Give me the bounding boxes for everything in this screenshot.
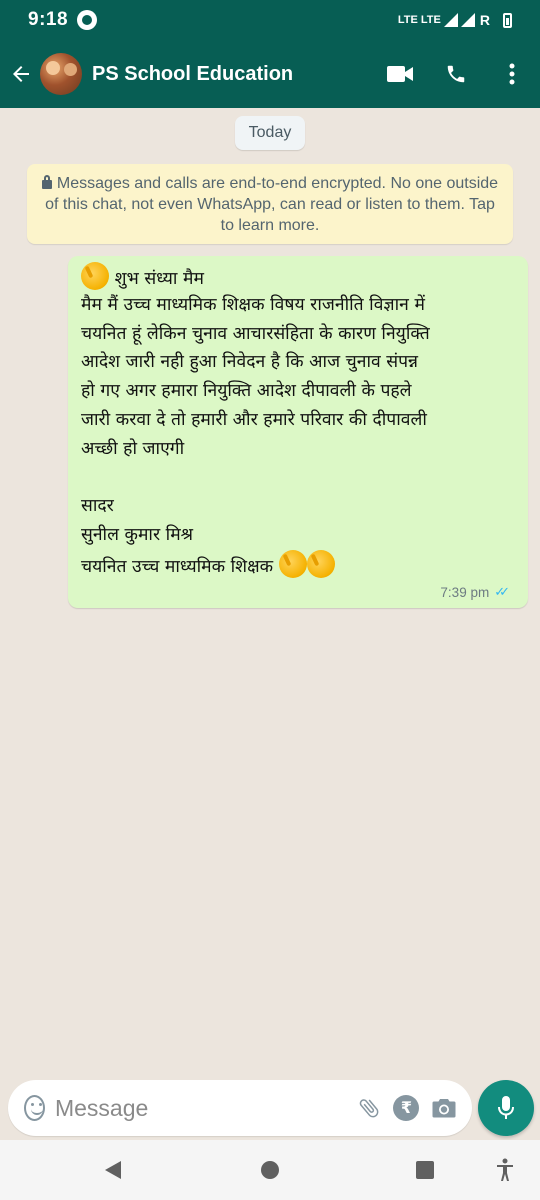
- roaming-indicator: R: [479, 12, 490, 28]
- outgoing-message-bubble[interactable]: शुभ संध्या मैम मैम मैं उच्च माध्यमिक शिक…: [68, 256, 528, 608]
- message-line: हो गए अगर हमारा नियुक्ति आदेश दीपावली के…: [81, 381, 412, 402]
- system-navigation-bar: [0, 1140, 540, 1200]
- rupee-icon[interactable]: ₹: [388, 1084, 425, 1132]
- rupee-symbol: ₹: [393, 1095, 420, 1121]
- contact-name[interactable]: PS School Education: [92, 63, 372, 86]
- chat-area: Today Messages and calls are end-to-end …: [0, 108, 540, 1080]
- input-pill: ₹: [8, 1080, 472, 1136]
- phone-icon[interactable]: [428, 40, 484, 108]
- message-line: [81, 464, 516, 493]
- status-time: 9:18: [28, 9, 69, 30]
- message-line: चयनित हूं लेकिन चुनाव आचारसंहिता के कारण…: [81, 323, 430, 344]
- lock-icon: [41, 175, 52, 189]
- more-vertical-icon[interactable]: [484, 40, 540, 108]
- network-label: LTE LTE: [397, 14, 441, 26]
- accessibility-icon[interactable]: [490, 1155, 520, 1185]
- read-receipt-icon: ✓✓: [494, 584, 510, 599]
- clapping-hands-icon: [81, 262, 109, 290]
- nav-back-icon[interactable]: [98, 1155, 128, 1185]
- message-composer: ₹: [0, 1080, 540, 1140]
- status-bar: 9:18 LTE LTE R: [0, 0, 540, 40]
- encryption-text: Messages and calls are end-to-end encryp…: [45, 175, 499, 234]
- message-line: चयनित उच्च माध्यमिक शिक्षक: [81, 549, 516, 579]
- message-line: सादर: [81, 496, 114, 517]
- nav-recents-icon[interactable]: [410, 1155, 440, 1185]
- message-input[interactable]: [54, 1094, 351, 1122]
- message-text: चयनित उच्च माध्यमिक शिक्षक: [81, 556, 274, 577]
- date-chip: Today: [235, 116, 305, 150]
- chat-header: PS School Education: [0, 40, 540, 108]
- status-indicators: LTE LTE R: [398, 12, 512, 28]
- nav-home-icon[interactable]: [255, 1155, 285, 1185]
- signal-icon: [443, 13, 458, 27]
- message-line: सुनील कुमार मिश्र: [81, 525, 194, 546]
- video-call-icon[interactable]: [372, 40, 428, 108]
- clapping-hands-icon: [306, 549, 335, 578]
- whatsapp-notification-icon: [77, 10, 98, 30]
- contact-avatar[interactable]: [40, 53, 82, 95]
- message-text: शुभ संध्या मैम: [114, 269, 204, 289]
- encryption-notice[interactable]: Messages and calls are end-to-end encryp…: [27, 164, 513, 244]
- message-meta: 7:39 pm ✓✓: [440, 584, 510, 600]
- signal-icon-2: [460, 13, 475, 27]
- message-time: 7:39 pm: [440, 584, 490, 600]
- message-line: शुभ संध्या मैम: [81, 262, 516, 291]
- clapping-hands-icon: [278, 549, 307, 578]
- camera-icon[interactable]: [425, 1084, 462, 1132]
- message-line: मैम मैं उच्च माध्यमिक शिक्षक विषय राजनीत…: [81, 294, 425, 315]
- emoji-icon[interactable]: [24, 1095, 45, 1121]
- battery-icon: [503, 12, 512, 28]
- microphone-icon[interactable]: [478, 1080, 534, 1136]
- message-line: आदेश जारी नही हुआ निवेदन है कि आज चुनाव …: [81, 352, 419, 373]
- message-line: जारी करवा दे तो हमारी और हमारे परिवार की…: [81, 409, 427, 430]
- message-line: अच्छी हो जाएगी: [81, 438, 185, 459]
- arrow-left-icon[interactable]: [2, 40, 40, 108]
- paperclip-icon[interactable]: [351, 1084, 388, 1132]
